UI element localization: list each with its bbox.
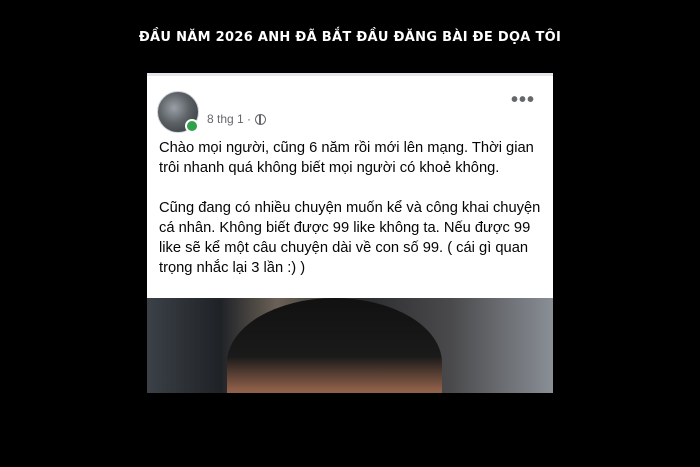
page-headline: ĐẦU NĂM 2026 ANH ĐÃ BẮT ĐẦU ĐĂNG BÀI ĐE … xyxy=(138,30,562,45)
online-status-icon xyxy=(185,119,199,133)
post-meta: 8 thg 1 · xyxy=(207,112,267,126)
card-divider xyxy=(147,73,553,76)
post-body: Chào mọi người, cũng 6 năm rồi mới lên m… xyxy=(159,138,543,278)
post-date[interactable]: 8 thg 1 · xyxy=(207,112,251,126)
post-header: 8 thg 1 · ••• xyxy=(157,90,543,135)
globe-icon xyxy=(255,113,267,125)
post-paragraph: Cũng đang có nhiều chuyện muốn kể và côn… xyxy=(159,200,541,276)
facebook-post-card: 8 thg 1 · ••• Chào mọi người, cũng 6 năm… xyxy=(147,73,553,393)
more-options-icon[interactable]: ••• xyxy=(511,90,535,110)
post-paragraph: Chào mọi người, cũng 6 năm rồi mới lên m… xyxy=(159,140,534,176)
